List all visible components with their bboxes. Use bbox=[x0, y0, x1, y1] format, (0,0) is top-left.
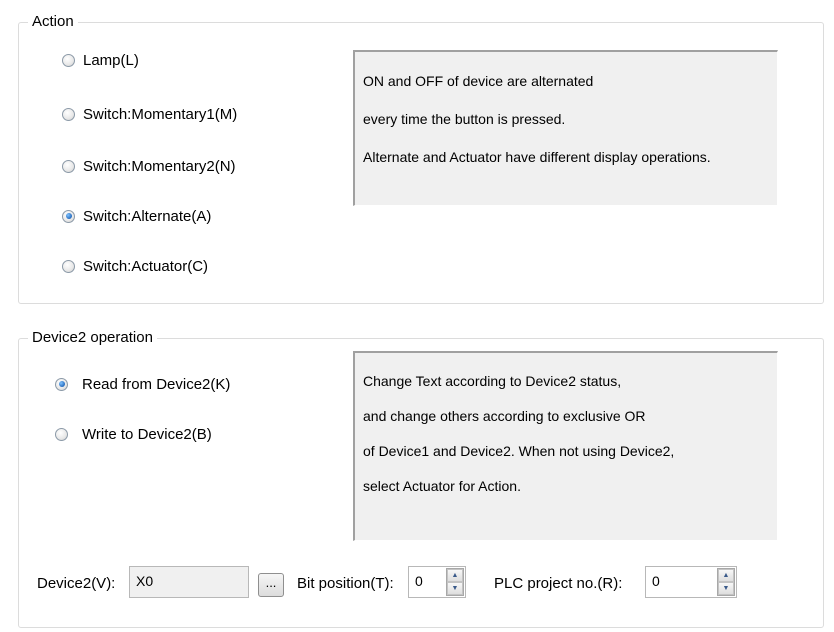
radio-momentary1-indicator[interactable] bbox=[62, 107, 75, 121]
action-description-box: ON and OFF of device are alternated ever… bbox=[353, 50, 778, 206]
radio-momentary2-indicator[interactable] bbox=[62, 159, 75, 173]
radio-momentary2[interactable]: Switch:Momentary2(N) bbox=[62, 156, 236, 176]
device2-field[interactable]: X0 bbox=[129, 566, 249, 598]
radio-actuator[interactable]: Switch:Actuator(C) bbox=[62, 256, 208, 276]
radio-write-device2-label: Write to Device2(B) bbox=[82, 425, 212, 443]
radio-read-device2[interactable]: Read from Device2(K) bbox=[55, 374, 230, 394]
radio-read-device2-label: Read from Device2(K) bbox=[82, 375, 231, 393]
radio-momentary1[interactable]: Switch:Momentary1(M) bbox=[62, 104, 237, 124]
bit-position-label: Bit position(T): bbox=[297, 575, 394, 592]
radio-actuator-indicator[interactable] bbox=[62, 259, 75, 273]
action-description-line: ON and OFF of device are alternated bbox=[363, 73, 594, 89]
radio-actuator-label: Switch:Actuator(C) bbox=[83, 257, 209, 275]
radio-lamp-indicator[interactable] bbox=[62, 53, 75, 67]
device2-description-line: of Device1 and Device2. When not using D… bbox=[363, 443, 675, 459]
device2-browse-button[interactable]: ... bbox=[258, 573, 284, 597]
radio-lamp[interactable]: Lamp(L) bbox=[62, 50, 139, 70]
radio-alternate-label: Switch:Alternate(A) bbox=[83, 207, 212, 225]
device2-operation-group-title: Device2 operation bbox=[28, 329, 157, 347]
spin-up-arrow-icon[interactable]: ▲ bbox=[447, 569, 463, 582]
radio-write-device2[interactable]: Write to Device2(B) bbox=[55, 424, 212, 444]
radio-read-device2-indicator[interactable] bbox=[55, 377, 68, 391]
spin-down-arrow-icon[interactable]: ▼ bbox=[447, 582, 463, 595]
action-description-line: Alternate and Actuator have different di… bbox=[363, 149, 711, 165]
radio-lamp-label: Lamp(L) bbox=[83, 51, 139, 69]
spin-up-arrow-icon[interactable]: ▲ bbox=[718, 569, 734, 582]
device2-description-box: Change Text according to Device2 status,… bbox=[353, 351, 778, 541]
plc-project-label: PLC project no.(R): bbox=[494, 575, 623, 592]
radio-momentary2-label: Switch:Momentary2(N) bbox=[83, 157, 236, 175]
device2-field-label: Device2(V): bbox=[37, 575, 116, 592]
radio-write-device2-indicator[interactable] bbox=[55, 427, 68, 441]
action-description-line: every time the button is pressed. bbox=[363, 111, 566, 127]
device2-description-line: and change others according to exclusive… bbox=[363, 408, 646, 424]
plc-project-stepper[interactable]: ▲ ▼ bbox=[717, 568, 735, 596]
radio-alternate[interactable]: Switch:Alternate(A) bbox=[62, 206, 211, 226]
bit-position-stepper[interactable]: ▲ ▼ bbox=[446, 568, 464, 596]
device2-description-line: Change Text according to Device2 status, bbox=[363, 373, 622, 389]
device2-description-line: select Actuator for Action. bbox=[363, 478, 521, 494]
action-group-title: Action bbox=[28, 13, 78, 31]
radio-momentary1-label: Switch:Momentary1(M) bbox=[83, 105, 238, 123]
radio-alternate-indicator[interactable] bbox=[62, 209, 75, 223]
spin-down-arrow-icon[interactable]: ▼ bbox=[718, 582, 734, 595]
